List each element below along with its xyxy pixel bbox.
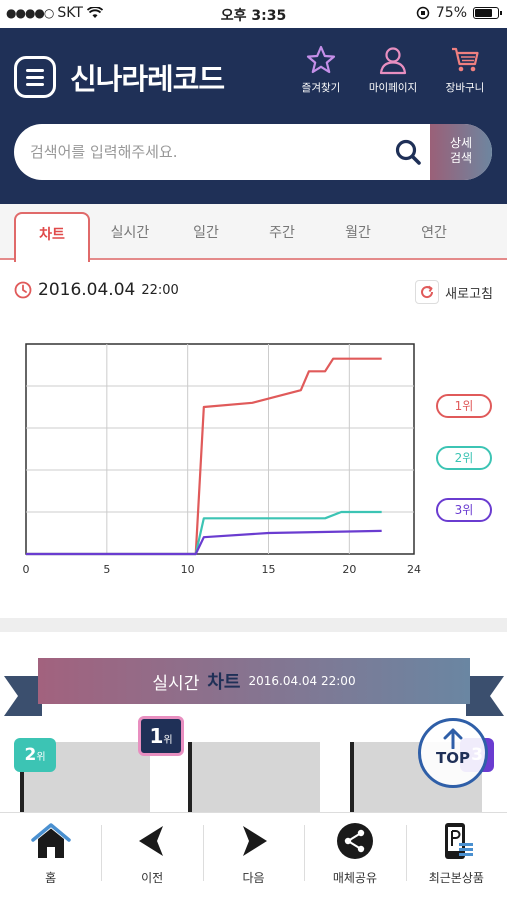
cart-icon — [452, 47, 479, 72]
nav-forward-label: 다음 — [242, 871, 265, 885]
tab-realtime[interactable]: 실시간 — [92, 212, 168, 260]
rank-badge-2: 2위 — [14, 738, 56, 772]
menu-line — [26, 75, 44, 79]
nav-recent-products[interactable]: 최근본상품 — [405, 813, 507, 900]
x-tick-label: 0 — [23, 563, 30, 576]
favorites-button[interactable]: 즐겨찾기 — [291, 44, 351, 95]
nav-home[interactable]: 홈 — [0, 813, 101, 900]
menu-line — [26, 82, 44, 86]
x-tick-label: 20 — [342, 563, 356, 576]
search-icon[interactable] — [394, 138, 422, 166]
bottom-nav: 홈 이전 다음 매체공유 최근본상품 — [0, 812, 507, 900]
rank-badge-1-suffix: 위 — [163, 735, 173, 746]
cart-button[interactable]: 장바구니 — [435, 44, 495, 95]
banner-label-realtime: 실시간 — [152, 673, 200, 694]
mypage-button[interactable]: 마이페이지 — [363, 44, 423, 95]
nav-recent-products-label: 최근본상품 — [428, 871, 484, 885]
search-bar: 상세 검색 — [14, 124, 492, 180]
section-divider — [0, 618, 507, 632]
scroll-top-label: TOP — [436, 749, 470, 767]
x-tick-label: 15 — [262, 563, 276, 576]
banner-date: 2016.04.04 22:00 — [248, 674, 356, 688]
plot-area — [25, 343, 415, 555]
nav-share-label: 매체공유 — [332, 871, 377, 885]
rank-badge-1-num: 1 — [149, 724, 164, 748]
tab-chart[interactable]: 차트 — [14, 212, 90, 262]
detail-search-label-2: 검색 — [449, 151, 473, 165]
status-bar: ●●●●○ SKT 오후 3:35 75% — [0, 0, 507, 28]
nav-forward[interactable]: 다음 — [202, 813, 304, 900]
chart-date: 2016.04.04 — [38, 280, 136, 300]
search-input[interactable] — [30, 124, 390, 180]
arrow-up-icon — [443, 728, 463, 749]
menu-button[interactable] — [14, 56, 56, 98]
refresh-label: 새로고침 — [445, 286, 493, 302]
app-screen: ●●●●○ SKT 오후 3:35 75% 신나라레코드 즐겨찾기 마이페이지 — [0, 0, 507, 900]
tab-yearly[interactable]: 연간 — [396, 212, 472, 260]
detail-search-label-1: 상세 — [449, 136, 473, 150]
nav-home-label: 홈 — [45, 871, 57, 885]
header-actions: 즐겨찾기 마이페이지 장바구니 — [291, 44, 495, 95]
nav-share[interactable]: 매체공유 — [304, 813, 405, 900]
tab-daily[interactable]: 일간 — [168, 212, 244, 260]
scroll-top-button[interactable]: TOP — [418, 718, 488, 788]
nav-back-label: 이전 — [141, 871, 164, 885]
battery-percent: 75% — [435, 5, 467, 21]
home-icon — [30, 823, 71, 858]
rank-badge-1: 1위 — [138, 716, 184, 756]
chart-time: 22:00 — [141, 282, 179, 298]
cart-label: 장바구니 — [445, 82, 485, 94]
mypage-label: 마이페이지 — [368, 82, 418, 94]
status-right: 75% — [416, 5, 502, 21]
rank-trend-chart: 0 5 10 15 20 24 1위 2위 3위 — [0, 330, 507, 590]
app-header: 신나라레코드 즐겨찾기 마이페이지 장바구니 상세 검색 — [0, 28, 507, 204]
back-arrow-icon — [139, 826, 164, 856]
refresh-button[interactable]: 새로고침 — [415, 280, 493, 304]
banner-title: 실시간 차트 2016.04.04 22:00 — [38, 658, 470, 704]
album-card-rank-1[interactable] — [192, 742, 320, 812]
legend-rank-2: 2위 — [436, 446, 492, 470]
star-icon — [306, 45, 336, 74]
refresh-icon — [421, 285, 434, 299]
banner-label-chart: 차트 — [207, 672, 241, 693]
legend-rank-1: 1위 — [436, 394, 492, 418]
line-chart: 0 5 10 15 20 24 — [23, 343, 421, 576]
user-icon — [379, 47, 407, 75]
chart-tabs: 차트 실시간 일간 주간 월간 연간 — [0, 204, 507, 262]
recent-products-icon — [445, 823, 474, 859]
menu-line — [26, 68, 44, 72]
share-icon — [336, 823, 373, 859]
refresh-icon-box — [415, 280, 440, 304]
battery-icon — [473, 7, 502, 19]
favorites-label: 즐겨찾기 — [301, 82, 341, 94]
ribbon-right-tail — [490, 676, 504, 716]
rank-badge-2-suffix: 위 — [36, 752, 46, 763]
forward-arrow-icon — [242, 826, 267, 856]
x-tick-label: 24 — [407, 563, 421, 576]
legend-rank-3: 3위 — [436, 498, 492, 522]
nav-back[interactable]: 이전 — [101, 813, 202, 900]
x-tick-label: 10 — [181, 563, 195, 576]
clock-icon — [14, 281, 32, 299]
tab-weekly[interactable]: 주간 — [244, 212, 320, 260]
app-logo[interactable]: 신나라레코드 — [70, 56, 225, 98]
detail-search-button[interactable]: 상세 검색 — [430, 124, 492, 180]
x-tick-label: 5 — [103, 563, 110, 576]
realtime-chart-banner: 실시간 차트 2016.04.04 22:00 — [4, 658, 504, 716]
rank-badge-2-num: 2 — [24, 745, 37, 765]
tab-monthly[interactable]: 월간 — [320, 212, 396, 260]
orientation-lock-icon — [416, 6, 430, 20]
chart-datetime: 2016.04.04 22:00 — [14, 280, 179, 300]
ribbon-left-tail — [4, 676, 18, 716]
